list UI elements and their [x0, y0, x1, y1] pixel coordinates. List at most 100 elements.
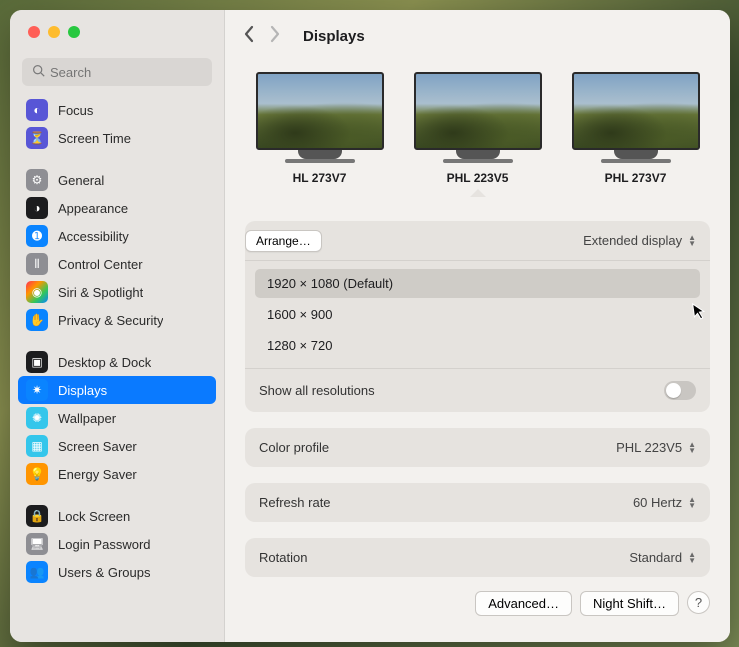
sidebar-item-login-password[interactable]: 🖥 Login Password	[18, 530, 216, 558]
sidebar-item-label: Lock Screen	[58, 509, 130, 524]
zoom-window-button[interactable]	[68, 26, 80, 38]
sidebar-item-label: General	[58, 173, 104, 188]
sidebar-item-wallpaper[interactable]: ✺ Wallpaper	[18, 404, 216, 432]
resolution-option[interactable]: 1600 × 900	[255, 300, 700, 329]
close-window-button[interactable]	[28, 26, 40, 38]
sidebar-item-screen-saver[interactable]: ▦ Screen Saver	[18, 432, 216, 460]
appearance-icon: ◑	[26, 197, 48, 219]
sidebar-item-label: Login Password	[58, 537, 151, 552]
monitor-thumb[interactable]: PHL 273V7	[567, 72, 705, 197]
sidebar-item-control-center[interactable]: ⫴ Control Center	[18, 250, 216, 278]
updown-icon: ▲▼	[688, 442, 696, 454]
sidebar-nav: ◐ Focus ⏳ Screen Time ⚙ General ◑ Appearance ➊ Ac…	[10, 96, 224, 642]
advanced-button[interactable]: Advanced…	[475, 591, 572, 616]
monitor-thumb[interactable]: HL 273V7	[251, 72, 389, 197]
color-profile-label: Color profile	[259, 440, 329, 455]
sidebar-item-label: Desktop & Dock	[58, 355, 151, 370]
resolution-list: 1920 × 1080 (Default)1600 × 9001280 × 72…	[245, 260, 710, 368]
sidebar: ◐ Focus ⏳ Screen Time ⚙ General ◑ Appearance ➊ Ac…	[10, 10, 225, 642]
toolbar: Displays	[225, 10, 730, 62]
search-icon	[32, 64, 45, 80]
resolution-option[interactable]: 1920 × 1080 (Default)	[255, 269, 700, 298]
updown-icon: ▲▼	[688, 497, 696, 509]
sliders-icon: ⫴	[26, 253, 48, 275]
sidebar-item-label: Appearance	[58, 201, 128, 216]
gear-icon: ⚙	[26, 169, 48, 191]
help-button[interactable]: ?	[687, 591, 710, 614]
screensaver-icon: ▦	[26, 435, 48, 457]
sidebar-item-label: Control Center	[58, 257, 143, 272]
users-icon: 👥	[26, 561, 48, 583]
minimize-window-button[interactable]	[48, 26, 60, 38]
sidebar-item-general[interactable]: ⚙ General	[18, 166, 216, 194]
resolution-option[interactable]: 1280 × 720	[255, 331, 700, 360]
siri-icon: ◉	[26, 281, 48, 303]
sidebar-item-users-groups[interactable]: 👥 Users & Groups	[18, 558, 216, 586]
main-pane: Displays HL 273V7 PHL 223V5 PHL 273V7 Arra…	[225, 10, 730, 642]
settings-window: ◐ Focus ⏳ Screen Time ⚙ General ◑ Appearance ➊ Ac…	[10, 10, 730, 642]
sidebar-item-accessibility[interactable]: ➊ Accessibility	[18, 222, 216, 250]
monitor-label: PHL 273V7	[567, 171, 705, 185]
key-icon: 🖥	[26, 533, 48, 555]
show-all-toggle[interactable]	[664, 381, 696, 400]
monitor-screen-icon	[256, 72, 384, 150]
search-input[interactable]	[22, 58, 212, 86]
color-profile-row[interactable]: Color profile PHL 223V5 ▲▼	[245, 428, 710, 467]
sidebar-item-focus[interactable]: ◐ Focus	[18, 96, 216, 124]
show-all-resolutions-row: Show all resolutions	[245, 368, 710, 412]
brightness-icon: ✷	[26, 379, 48, 401]
sidebar-item-desktop-dock[interactable]: ▣ Desktop & Dock	[18, 348, 216, 376]
forward-button[interactable]	[269, 25, 281, 47]
sidebar-item-label: Wallpaper	[58, 411, 116, 426]
accessibility-icon: ➊	[26, 225, 48, 247]
sidebar-item-energy-saver[interactable]: 💡 Energy Saver	[18, 460, 216, 488]
monitor-label: PHL 223V5	[409, 171, 547, 185]
sidebar-item-lock-screen[interactable]: 🔒 Lock Screen	[18, 502, 216, 530]
monitor-thumb[interactable]: PHL 223V5	[409, 72, 547, 197]
sidebar-item-label: Users & Groups	[58, 565, 150, 580]
sidebar-item-screen-time[interactable]: ⏳ Screen Time	[18, 124, 216, 152]
monitor-label: HL 273V7	[251, 171, 389, 185]
monitor-picker: HL 273V7 PHL 223V5 PHL 273V7	[245, 62, 710, 205]
sidebar-item-siri-spotlight[interactable]: ◉ Siri & Spotlight	[18, 278, 216, 306]
monitor-screen-icon	[572, 72, 700, 150]
refresh-rate-label: Refresh rate	[259, 495, 331, 510]
bulb-icon: 💡	[26, 463, 48, 485]
sidebar-item-privacy-security[interactable]: ✋ Privacy & Security	[18, 306, 216, 334]
sidebar-item-label: Focus	[58, 103, 93, 118]
sidebar-item-label: Displays	[58, 383, 107, 398]
lock-icon: 🔒	[26, 505, 48, 527]
show-all-label: Show all resolutions	[259, 383, 375, 398]
sidebar-item-label: Screen Time	[58, 131, 131, 146]
night-shift-button[interactable]: Night Shift…	[580, 591, 679, 616]
rotation-label: Rotation	[259, 550, 307, 565]
rotation-row[interactable]: Rotation Standard ▲▼	[245, 538, 710, 577]
use-as-value: Extended display	[583, 233, 682, 248]
window-controls	[10, 10, 224, 50]
sidebar-item-label: Energy Saver	[58, 467, 137, 482]
wallpaper-icon: ✺	[26, 407, 48, 429]
refresh-rate-row[interactable]: Refresh rate 60 Hertz ▲▼	[245, 483, 710, 522]
back-button[interactable]	[243, 25, 255, 47]
color-profile-panel: Color profile PHL 223V5 ▲▼	[245, 428, 710, 467]
rotation-panel: Rotation Standard ▲▼	[245, 538, 710, 577]
hourglass-icon: ⏳	[26, 127, 48, 149]
hand-icon: ✋	[26, 309, 48, 331]
rotation-value: Standard	[629, 550, 682, 565]
sidebar-item-label: Screen Saver	[58, 439, 137, 454]
footer-buttons: Advanced… Night Shift… ?	[245, 577, 710, 616]
sidebar-item-label: Privacy & Security	[58, 313, 163, 328]
moon-icon: ◐	[26, 99, 48, 121]
mouse-cursor	[692, 301, 709, 325]
updown-icon: ▲▼	[688, 235, 696, 247]
refresh-rate-panel: Refresh rate 60 Hertz ▲▼	[245, 483, 710, 522]
arrange-button[interactable]: Arrange…	[245, 230, 322, 252]
page-title: Displays	[303, 28, 365, 45]
sidebar-item-label: Accessibility	[58, 229, 129, 244]
monitor-screen-icon	[414, 72, 542, 150]
sidebar-item-label: Siri & Spotlight	[58, 285, 143, 300]
sidebar-item-displays[interactable]: ✷ Displays	[18, 376, 216, 404]
desktop-icon: ▣	[26, 351, 48, 373]
sidebar-item-appearance[interactable]: ◑ Appearance	[18, 194, 216, 222]
color-profile-value: PHL 223V5	[616, 440, 682, 455]
